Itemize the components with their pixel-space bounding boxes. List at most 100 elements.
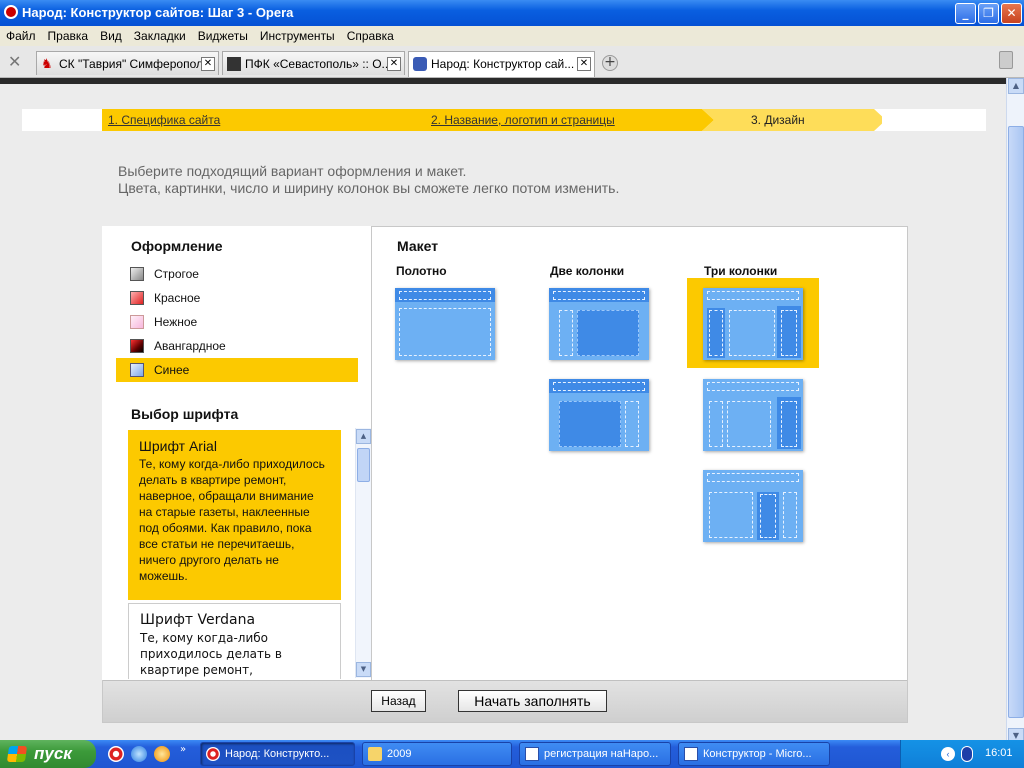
- swatch-icon: [130, 267, 144, 281]
- font-card-verdana[interactable]: Шрифт Verdana Те, кому когда-либо приход…: [128, 603, 341, 679]
- layout-full[interactable]: [395, 288, 495, 360]
- word-icon: [525, 747, 539, 761]
- tab-label: ПФК «Севастополь» :: О...: [245, 57, 392, 71]
- word-icon: [684, 747, 698, 761]
- style-avantgarde[interactable]: Авангардное: [116, 334, 358, 358]
- task-word-2[interactable]: Конструктор - Micro...: [678, 742, 830, 766]
- scroll-up-icon[interactable]: ▲: [356, 429, 371, 444]
- layout-col-three: Три колонки: [704, 264, 778, 278]
- trash-icon[interactable]: [999, 51, 1013, 69]
- new-tab-button[interactable]: +: [602, 55, 618, 71]
- style-strict[interactable]: Строгое: [116, 262, 358, 286]
- layout-two-left-sidebar[interactable]: [549, 288, 649, 360]
- step-2[interactable]: 2. Название, логотип и страницы: [431, 109, 615, 131]
- step-1-link[interactable]: 1. Специфика сайта: [108, 113, 220, 127]
- font-sample: Те, кому когда-либо приходилось делать в…: [140, 631, 282, 677]
- swatch-icon: [130, 339, 144, 353]
- layout-three-b[interactable]: [703, 379, 803, 451]
- tab-bar: ✕ ♞ СК "Таврия" Симферопол... ✕ ПФК «Сев…: [0, 46, 1024, 78]
- menu-bookmarks[interactable]: Закладки: [128, 26, 192, 43]
- menu-file[interactable]: Файл: [0, 26, 42, 43]
- menu-edit[interactable]: Правка: [42, 26, 95, 43]
- tab-sevastopol[interactable]: ПФК «Севастополь» :: О... ✕: [222, 51, 405, 75]
- menu-view[interactable]: Вид: [94, 26, 128, 43]
- start-label: пуск: [34, 744, 72, 763]
- layout-two-right-sidebar[interactable]: [549, 379, 649, 451]
- start-button[interactable]: пуск: [0, 740, 96, 768]
- tab-label: Народ: Конструктор сай...: [431, 57, 575, 71]
- page-scrollbar[interactable]: ▲ ▼: [1006, 78, 1024, 744]
- page-top-band: [0, 78, 1006, 84]
- layout-title: Макет: [397, 238, 439, 254]
- step-2-link[interactable]: 2. Название, логотип и страницы: [431, 113, 615, 127]
- windows-logo-icon: [6, 746, 28, 762]
- tray-expand-icon[interactable]: ‹: [941, 747, 955, 761]
- ie-quicklaunch-icon[interactable]: [131, 746, 147, 762]
- font-name: Шрифт Arial: [139, 438, 217, 454]
- back-button[interactable]: Назад: [371, 690, 426, 712]
- close-button[interactable]: ✕: [1001, 3, 1022, 24]
- wizard-steps: 1. Специфика сайта 2. Название, логотип …: [22, 109, 986, 131]
- task-word-1[interactable]: регистрация наНаро...: [519, 742, 671, 766]
- scroll-thumb[interactable]: [1008, 126, 1024, 718]
- media-quicklaunch-icon[interactable]: [154, 746, 170, 762]
- tab-close-icon[interactable]: ✕: [201, 57, 215, 71]
- font-list: Шрифт Arial Те, кому когда-либо приходил…: [103, 428, 355, 679]
- window-title: Народ: Конструктор сайтов: Шаг 3 - Opera: [22, 5, 294, 20]
- clock[interactable]: 16:01: [985, 747, 1013, 759]
- font-name: Шрифт Verdana: [140, 612, 256, 628]
- menu-widgets[interactable]: Виджеты: [192, 26, 254, 43]
- style-tender[interactable]: Нежное: [116, 310, 358, 334]
- tab-tavria[interactable]: ♞ СК "Таврия" Симферопол... ✕: [36, 51, 219, 75]
- folder-icon: [368, 747, 382, 761]
- scroll-thumb[interactable]: [357, 448, 370, 482]
- layout-three-a[interactable]: [703, 288, 803, 360]
- style-label: Строгое: [154, 267, 199, 281]
- opera-icon: [206, 747, 220, 761]
- window-titlebar[interactable]: Народ: Конструктор сайтов: Шаг 3 - Opera…: [0, 0, 1024, 26]
- task-opera[interactable]: Народ: Конструкто...: [200, 742, 355, 766]
- font-card-arial[interactable]: Шрифт Arial Те, кому когда-либо приходил…: [128, 430, 341, 600]
- system-tray: ‹ 16:01: [900, 740, 1024, 768]
- tab-close-icon[interactable]: ✕: [387, 57, 401, 71]
- tab-close-icon[interactable]: ✕: [577, 57, 591, 71]
- intro-text-2: Цвета, картинки, число и ширину колонок …: [118, 180, 620, 196]
- layout-three-c[interactable]: [703, 470, 803, 542]
- tab-label: СК "Таврия" Симферопол...: [59, 57, 213, 71]
- minimize-button[interactable]: _: [955, 3, 976, 24]
- font-sample: Те, кому когда-либо приходилось делать в…: [139, 457, 325, 583]
- task-label: Народ: Конструкто...: [225, 748, 330, 760]
- font-list-scrollbar[interactable]: ▲ ▼: [355, 428, 371, 678]
- style-blue[interactable]: Синее: [116, 358, 358, 382]
- menu-help[interactable]: Справка: [341, 26, 400, 43]
- opera-icon: [4, 5, 18, 19]
- style-label: Красное: [154, 291, 201, 305]
- task-label: 2009: [387, 748, 412, 760]
- intro-text-1: Выберите подходящий вариант оформления и…: [118, 163, 467, 179]
- tab-favicon: [227, 57, 241, 71]
- menu-tools[interactable]: Инструменты: [254, 26, 341, 43]
- swatch-icon: [130, 363, 144, 377]
- start-filling-button[interactable]: Начать заполнять: [458, 690, 607, 712]
- task-label: регистрация наНаро...: [544, 748, 659, 760]
- tab-narod[interactable]: Народ: Конструктор сай... ✕: [408, 51, 595, 77]
- font-title: Выбор шрифта: [131, 406, 239, 422]
- style-label: Синее: [154, 363, 190, 377]
- task-folder[interactable]: 2009: [362, 742, 512, 766]
- opera-quicklaunch-icon[interactable]: [108, 746, 124, 762]
- style-label: Нежное: [154, 315, 198, 329]
- tools-icon[interactable]: ✕: [8, 52, 28, 72]
- quicklaunch-expand-icon[interactable]: »: [180, 744, 186, 755]
- bluetooth-icon[interactable]: [961, 746, 973, 762]
- scroll-down-icon[interactable]: ▼: [356, 662, 371, 677]
- step-3: 3. Дизайн: [751, 113, 805, 127]
- design-title: Оформление: [131, 238, 223, 254]
- swatch-icon: [130, 315, 144, 329]
- task-label: Конструктор - Micro...: [703, 748, 812, 760]
- style-label: Авангардное: [154, 339, 226, 353]
- scroll-up-icon[interactable]: ▲: [1008, 78, 1024, 94]
- maximize-button[interactable]: ❐: [978, 3, 999, 24]
- swatch-icon: [130, 291, 144, 305]
- style-red[interactable]: Красное: [116, 286, 358, 310]
- step-1[interactable]: 1. Специфика сайта: [108, 109, 220, 131]
